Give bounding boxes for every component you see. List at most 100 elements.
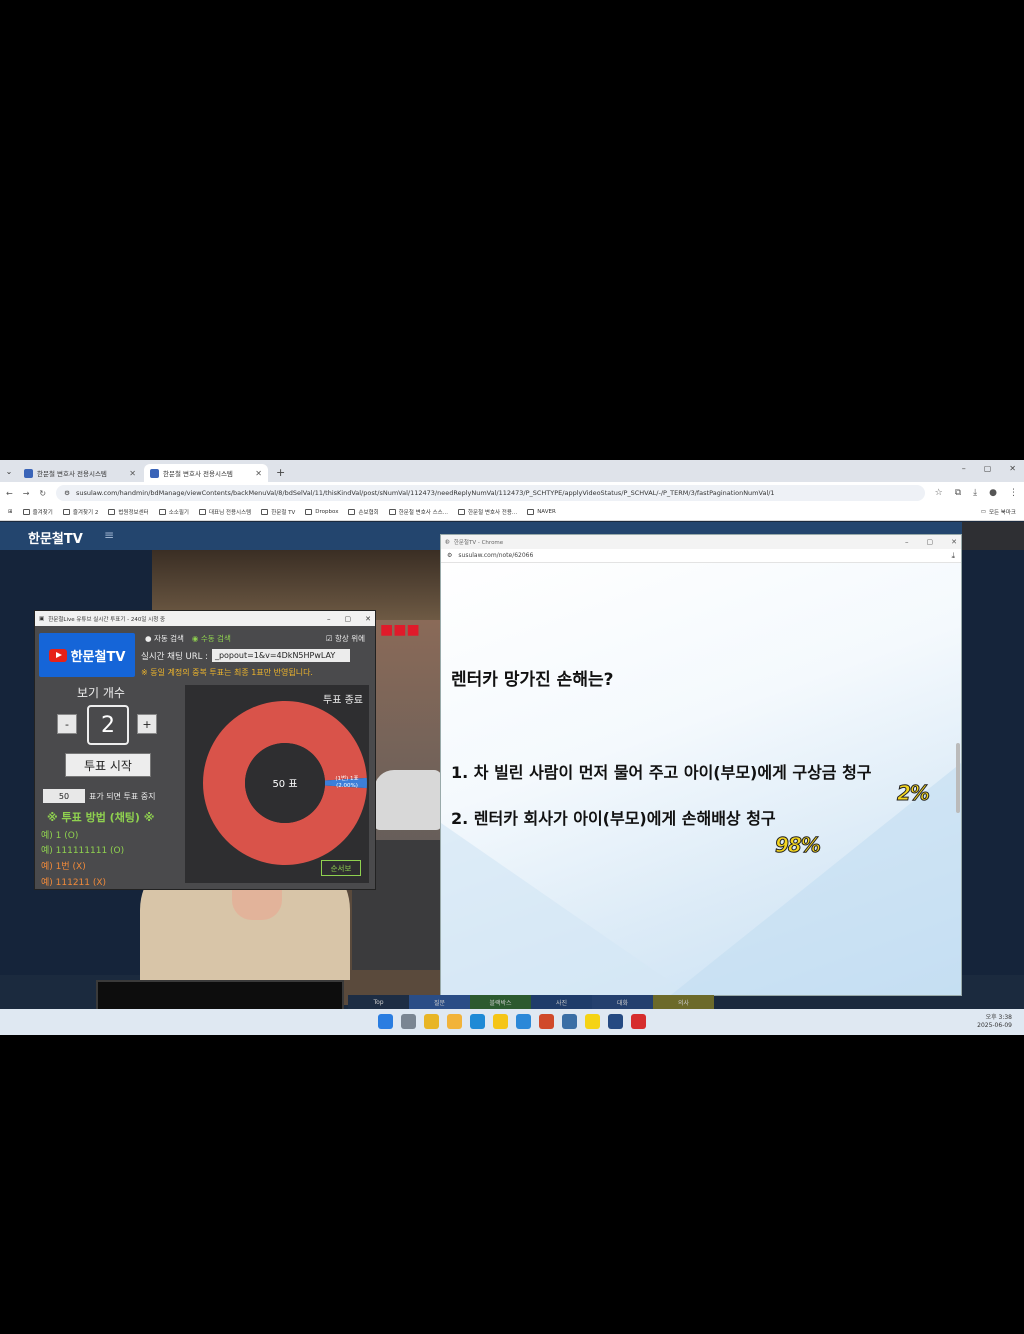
start-icon[interactable] [378, 1014, 393, 1029]
app-icon[interactable] [516, 1014, 531, 1029]
bookmark-item[interactable]: 법원정보센터 [108, 508, 149, 516]
site-info-icon[interactable]: ⚙ [447, 552, 452, 559]
screen-frame: ⌄ 한문철 변호사 전용시스템 ✕ 한문철 변호사 전용시스템 ✕ + – ▢ … [0, 460, 1024, 1035]
close-tab-icon[interactable]: ✕ [129, 469, 136, 478]
nav-item[interactable]: Top [348, 995, 409, 1009]
tab-search-icon[interactable]: ⌄ [0, 460, 18, 482]
slide-window: ◍ 한문철TV - Chrome – ▢ ✕ ⚙ susulaw.com/not… [440, 534, 962, 996]
browser-tab[interactable]: 한문철 변호사 전용시스템 ✕ [18, 464, 142, 482]
download-icon[interactable]: ⤓ [951, 551, 955, 561]
app-icon[interactable] [631, 1014, 646, 1029]
stop-count-input[interactable]: 50 [43, 789, 85, 803]
nav-item[interactable]: 블랙박스 [470, 995, 531, 1009]
street-sign: ■■■ [380, 622, 420, 638]
chat-url-input[interactable]: _popout=1&v=4DkN5HPwLAY [211, 649, 350, 662]
nav-item[interactable]: 사진 [531, 995, 592, 1009]
bookmark-item[interactable]: 한문철 변호사 스스... [388, 508, 448, 516]
vote-method-title: ※ 투표 방법 (채팅) ※ [47, 811, 155, 824]
app-icon: ▣ [39, 615, 45, 622]
search-icon[interactable] [401, 1014, 416, 1029]
nav-strip: Top 질문 블랙박스 사진 대화 의사 [348, 995, 714, 1009]
bookmark-item[interactable]: Dropbox [305, 509, 338, 515]
chat-url-label: 실시간 채팅 URL : [141, 651, 208, 662]
powerpoint-icon[interactable] [539, 1014, 554, 1029]
minimize-icon[interactable]: – [327, 615, 331, 623]
app-icon[interactable] [562, 1014, 577, 1029]
question-title: 렌터카 망가진 손해는? [451, 670, 614, 690]
maximize-icon[interactable]: ▢ [345, 615, 352, 623]
bookmark-item[interactable]: 한문철 변호사 전용... [457, 508, 517, 516]
taskbar-icons [378, 1014, 646, 1029]
new-tab-button[interactable]: + [270, 466, 291, 482]
slide-content: 렌터카 망가진 손해는? 1. 차 빌린 사람이 먼저 물어 주고 아이(부모)… [441, 563, 961, 995]
slide-url: susulaw.com/note/62066 [458, 552, 534, 559]
app-icon[interactable] [608, 1014, 623, 1029]
result-button[interactable]: 순서보 [321, 860, 361, 876]
vote-window-titlebar: ▣ 한문철Live 유튜브 실시간 투표기 - 240일 시청 중 – ▢ ✕ [35, 611, 375, 626]
hamburger-icon[interactable]: ≡ [104, 528, 114, 542]
scrollbar[interactable] [956, 743, 960, 813]
nav-item[interactable]: 의사 [653, 995, 714, 1009]
close-icon[interactable]: ✕ [365, 615, 371, 623]
tab-title: 한문철 변호사 전용시스템 [163, 470, 233, 478]
extensions-icon[interactable]: ⧉ [955, 488, 961, 498]
option-1-percent: 2% [897, 781, 931, 806]
chrome-icon: ◍ [445, 539, 450, 545]
radio-auto-search[interactable]: ● 자동 검색 [145, 633, 184, 644]
chat-url-row: 실시간 채팅 URL : _popout=1&v=4DkN5HPwLAY [141, 649, 350, 662]
radio-manual-search[interactable]: ◉ 수동 검색 [192, 633, 231, 644]
all-bookmarks[interactable]: ▭ 모든 북마크 [981, 508, 1016, 516]
address-bar[interactable]: ⚙ susulaw.com/handmin/bdManage/viewConte… [56, 485, 925, 501]
increment-button[interactable]: + [137, 714, 157, 734]
site-info-icon[interactable]: ⚙ [64, 489, 70, 497]
browser-tab-active[interactable]: 한문철 변호사 전용시스템 ✕ [144, 464, 268, 482]
profile-icon[interactable]: ● [989, 488, 997, 498]
view-count-label: 보기 개수 [77, 686, 125, 700]
bookmark-item[interactable]: 손보협회 [348, 508, 379, 516]
restore-icon[interactable]: ▢ [984, 464, 992, 473]
file-explorer-icon[interactable] [447, 1014, 462, 1029]
close-window-icon[interactable]: ✕ [1009, 464, 1016, 473]
vote-window-title: 한문철Live 유튜브 실시간 투표기 - 240일 시청 중 [48, 616, 166, 623]
bookmark-item[interactable]: 대표님 전용시스템 [198, 508, 251, 516]
nav-item[interactable]: 대화 [592, 995, 653, 1009]
start-vote-button[interactable]: 투표 시작 [65, 753, 151, 777]
always-on-top-checkbox[interactable]: ☑ 항상 위에 [326, 633, 365, 644]
bookmark-item[interactable]: 즐겨찾기 [22, 508, 53, 516]
back-icon[interactable]: ← [6, 489, 13, 498]
bookmark-item[interactable]: NAVER [527, 509, 556, 515]
chrome-icon[interactable] [424, 1014, 439, 1029]
bookmark-item[interactable]: 소소필기 [158, 508, 189, 516]
minimize-icon[interactable]: – [905, 538, 909, 546]
option-2-percent: 98% [775, 833, 822, 858]
minimize-icon[interactable]: – [962, 464, 966, 473]
vote-chart-panel: 50 표 (1번) 1표 (2.00%) [185, 685, 369, 883]
close-icon[interactable]: ✕ [951, 538, 957, 546]
slide-window-titlebar: ◍ 한문철TV - Chrome – ▢ ✕ [441, 535, 961, 549]
browser-tabbar: ⌄ 한문철 변호사 전용시스템 ✕ 한문철 변호사 전용시스템 ✕ + – ▢ … [0, 460, 1024, 482]
slide-address-bar[interactable]: ⚙ susulaw.com/note/62066 ⤓ [441, 549, 961, 563]
app-icon[interactable] [493, 1014, 508, 1029]
reload-icon[interactable]: ↻ [39, 489, 46, 498]
close-tab-icon[interactable]: ✕ [255, 469, 262, 478]
maximize-icon[interactable]: ▢ [927, 538, 934, 546]
edge-icon[interactable] [470, 1014, 485, 1029]
site-logo[interactable]: 한문철TV [28, 528, 83, 547]
bookmark-item[interactable]: 한문철 TV [261, 508, 295, 516]
kakaotalk-icon[interactable] [585, 1014, 600, 1029]
forward-icon[interactable]: → [23, 489, 30, 498]
more-menu-icon[interactable]: ⋮ [1009, 488, 1018, 498]
apps-icon[interactable]: ⊞ [8, 509, 13, 515]
star-icon[interactable]: ☆ [935, 488, 943, 498]
folder-icon: ▭ [980, 509, 986, 515]
download-icon[interactable]: ⤓ [973, 488, 977, 498]
clock-time: 오후 3:38 [985, 1014, 1012, 1021]
taskbar-clock[interactable]: 오후 3:38 2025-06-09 [977, 1014, 1012, 1030]
vote-example: 예) 111211 (X) [41, 878, 107, 888]
nav-item[interactable]: 질문 [409, 995, 470, 1009]
bookmark-item[interactable]: 즐겨찾기 2 [62, 508, 98, 516]
search-mode-radios: ● 자동 검색 ◉ 수동 검색 [145, 633, 231, 644]
bookmarks-bar: ⊞ 즐겨찾기 즐겨찾기 2 법원정보센터 소소필기 대표님 전용시스템 한문철 … [0, 504, 1024, 521]
vote-donut-chart: 50 표 (1번) 1표 (2.00%) [202, 701, 367, 865]
decrement-button[interactable]: - [57, 714, 77, 734]
